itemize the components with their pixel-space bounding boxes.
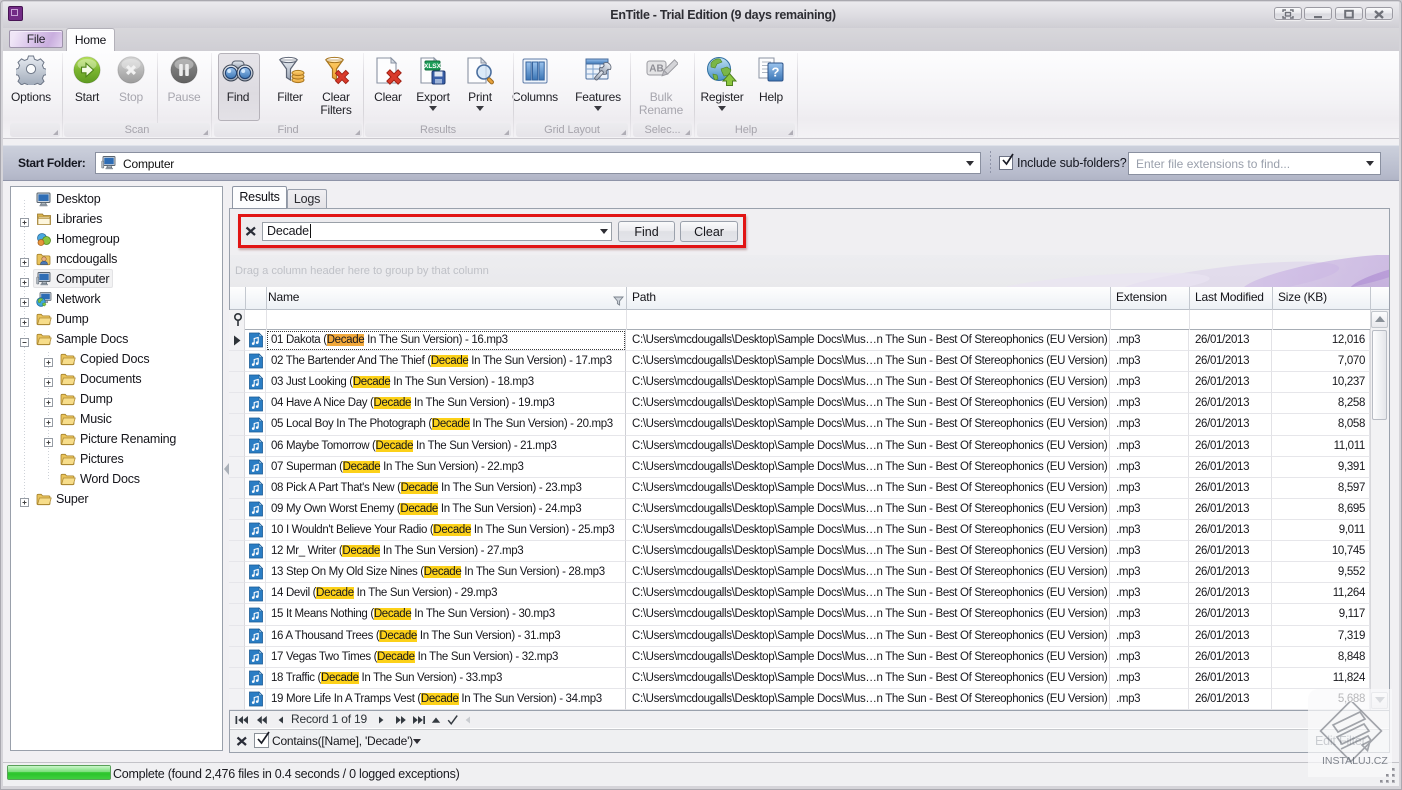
svg-text:AB: AB — [649, 64, 663, 75]
svg-text:?: ? — [772, 65, 780, 80]
svg-text:XLSX: XLSX — [424, 63, 442, 70]
